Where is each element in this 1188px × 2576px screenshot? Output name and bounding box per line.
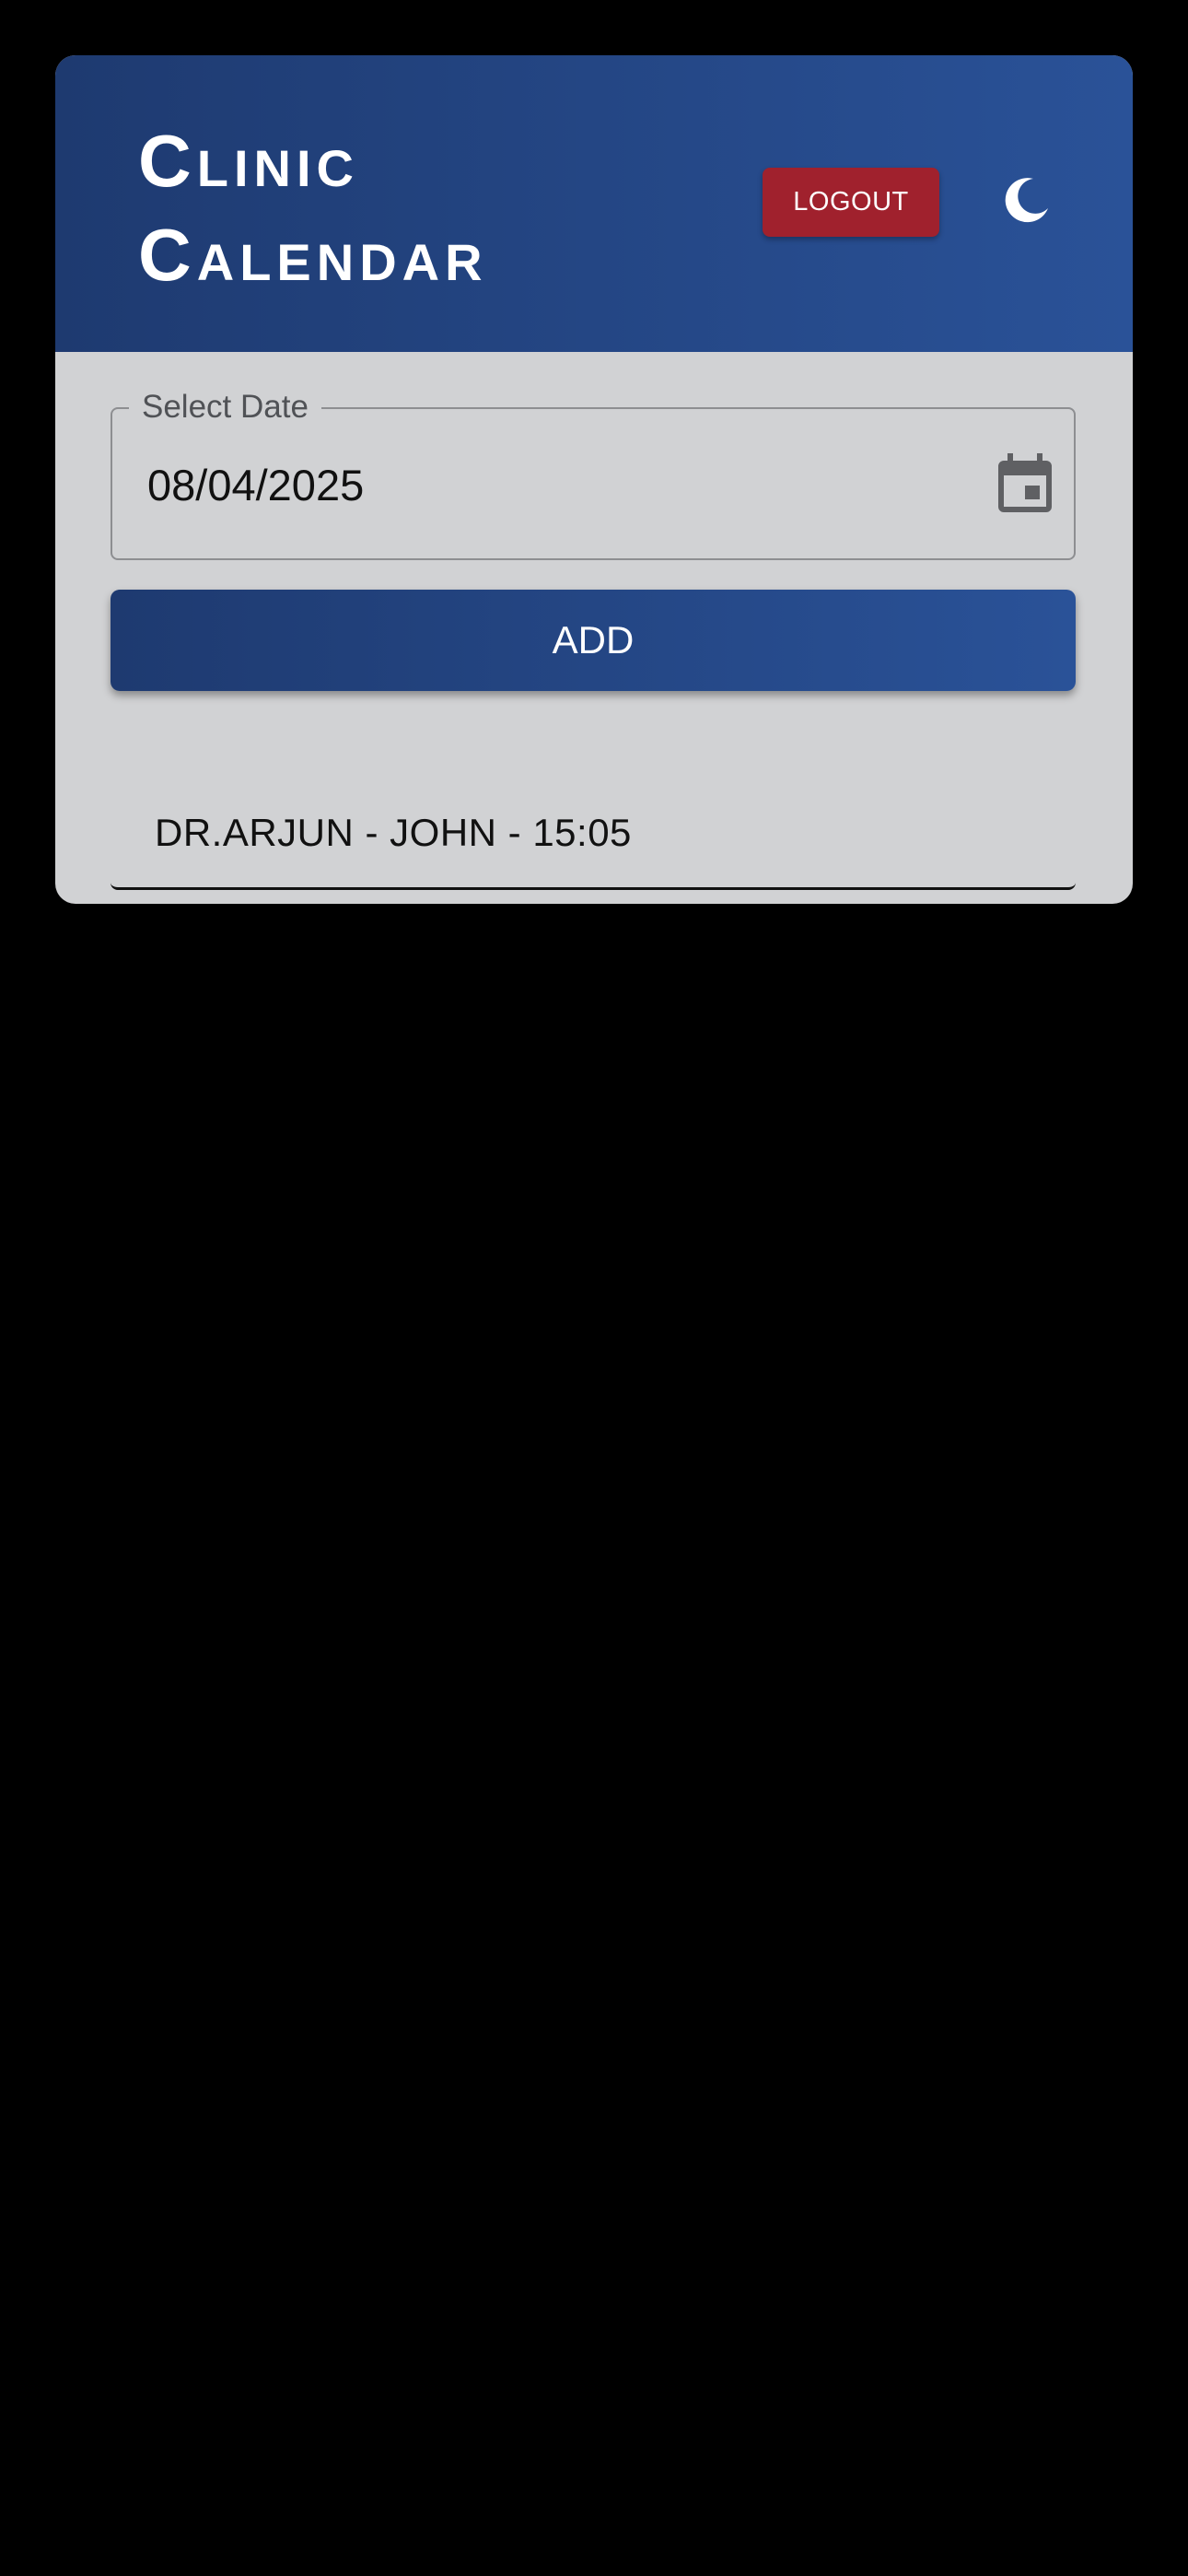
moon-icon: [1005, 178, 1048, 223]
theme-toggle-button[interactable]: [984, 158, 1068, 243]
add-button[interactable]: ADD: [111, 590, 1076, 691]
calendar-icon: [998, 453, 1052, 512]
date-input[interactable]: [147, 457, 884, 512]
date-field-label: Select Date: [129, 387, 321, 427]
appointment-item[interactable]: DR.ARJUN - JOHN - 15:05: [111, 783, 1076, 890]
date-field: Select Date: [111, 387, 1076, 560]
clinic-calendar-card: Clinic Calendar LOGOUT Select Date ADD D…: [55, 55, 1133, 904]
app-title-line-2: Calendar: [138, 214, 488, 296]
app-header: Clinic Calendar LOGOUT: [55, 55, 1133, 352]
calendar-picker-button[interactable]: [992, 450, 1058, 516]
appointment-text: DR.ARJUN - JOHN - 15:05: [155, 811, 632, 854]
app-title-line-1: Clinic: [138, 120, 359, 202]
app-title: Clinic Calendar: [138, 114, 654, 302]
logout-button[interactable]: LOGOUT: [763, 168, 939, 237]
